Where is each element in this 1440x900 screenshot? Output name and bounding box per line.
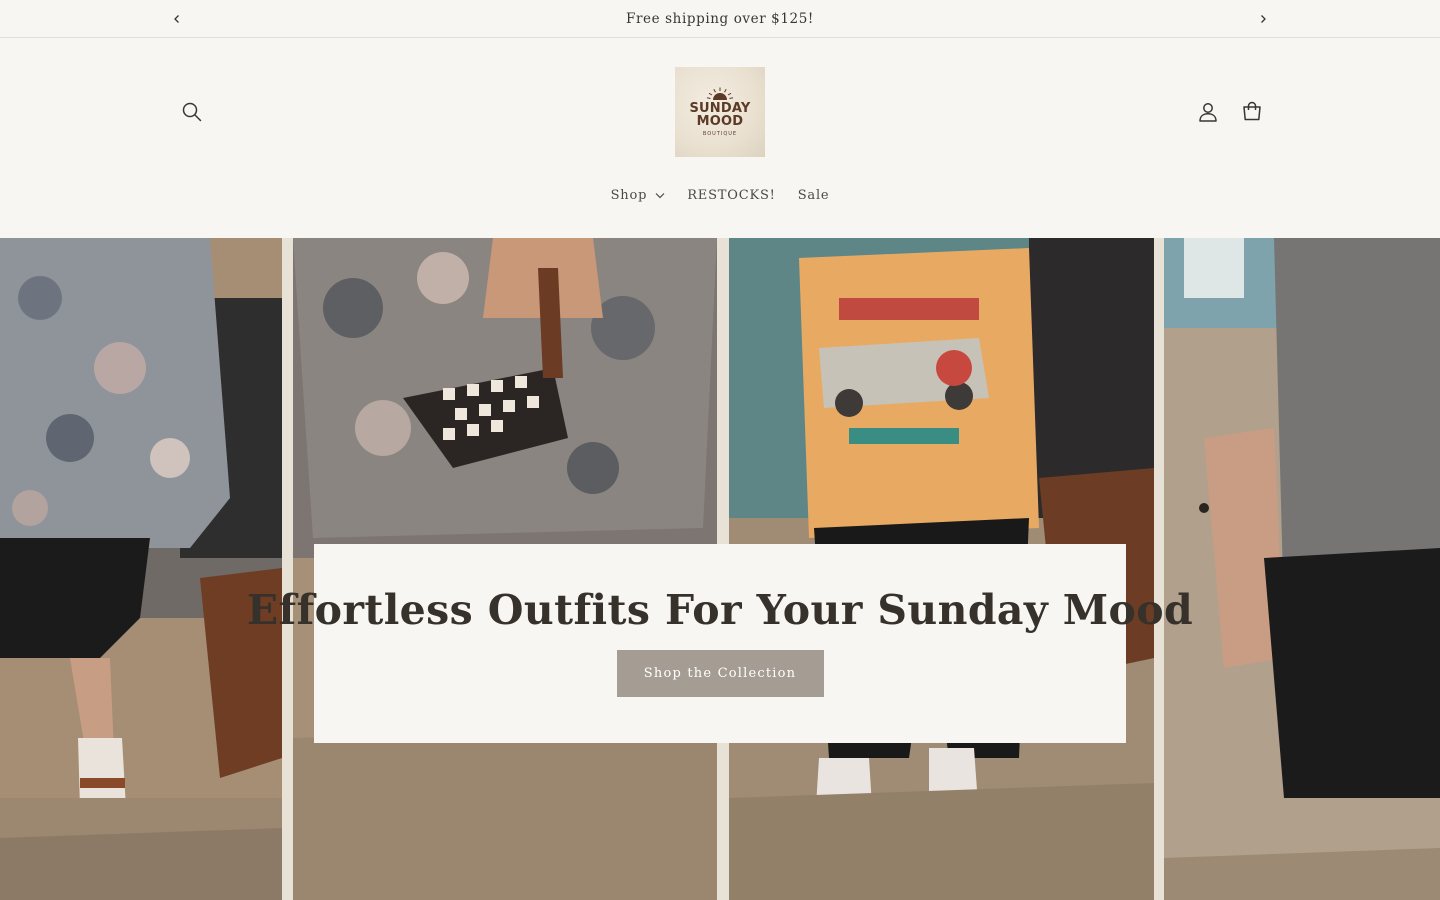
hero-content-box: Effortless Outfits For Your Sunday Mood … bbox=[247, 544, 1193, 743]
photo-divider bbox=[1154, 238, 1164, 900]
nav-item-shop[interactable]: Shop bbox=[600, 184, 677, 207]
cart-button[interactable] bbox=[1232, 92, 1272, 132]
chevron-left-icon bbox=[174, 15, 179, 23]
search-icon bbox=[182, 102, 202, 122]
sun-logo-icon bbox=[706, 87, 734, 100]
photo-divider bbox=[282, 238, 293, 900]
shop-collection-button[interactable]: Shop the Collection bbox=[616, 650, 824, 697]
hero-photo-1 bbox=[0, 238, 282, 900]
site-header: SUNDAY MOOD BOUTIQUE Shop RESTOCKS! Sale bbox=[0, 39, 1440, 238]
nav-item-sale[interactable]: Sale bbox=[787, 184, 841, 207]
logo-text-boutique: BOUTIQUE bbox=[702, 131, 738, 137]
site-logo[interactable]: SUNDAY MOOD BOUTIQUE bbox=[675, 67, 765, 157]
hero-banner: Effortless Outfits For Your Sunday Mood … bbox=[0, 238, 1440, 900]
chevron-down-icon bbox=[655, 193, 665, 199]
hero-photo-4 bbox=[1164, 238, 1440, 900]
announcement-text: Free shipping over $125! bbox=[626, 10, 814, 27]
nav-item-restocks[interactable]: RESTOCKS! bbox=[676, 184, 787, 207]
announcement-bar: Free shipping over $125! bbox=[0, 0, 1440, 38]
main-nav: Shop RESTOCKS! Sale bbox=[0, 184, 1440, 207]
nav-item-label: RESTOCKS! bbox=[687, 188, 776, 203]
search-button[interactable] bbox=[172, 92, 212, 132]
chevron-right-icon bbox=[1261, 15, 1266, 23]
cart-icon bbox=[1243, 101, 1261, 121]
nav-item-label: Shop bbox=[610, 188, 648, 203]
nav-item-label: Sale bbox=[797, 188, 830, 203]
logo-text-mood: MOOD bbox=[696, 114, 744, 129]
hero-title: Effortless Outfits For Your Sunday Mood bbox=[246, 586, 1194, 634]
announcement-next-button[interactable] bbox=[1253, 9, 1273, 29]
account-button[interactable] bbox=[1188, 92, 1228, 132]
account-icon bbox=[1199, 103, 1217, 122]
announcement-prev-button[interactable] bbox=[167, 9, 187, 29]
